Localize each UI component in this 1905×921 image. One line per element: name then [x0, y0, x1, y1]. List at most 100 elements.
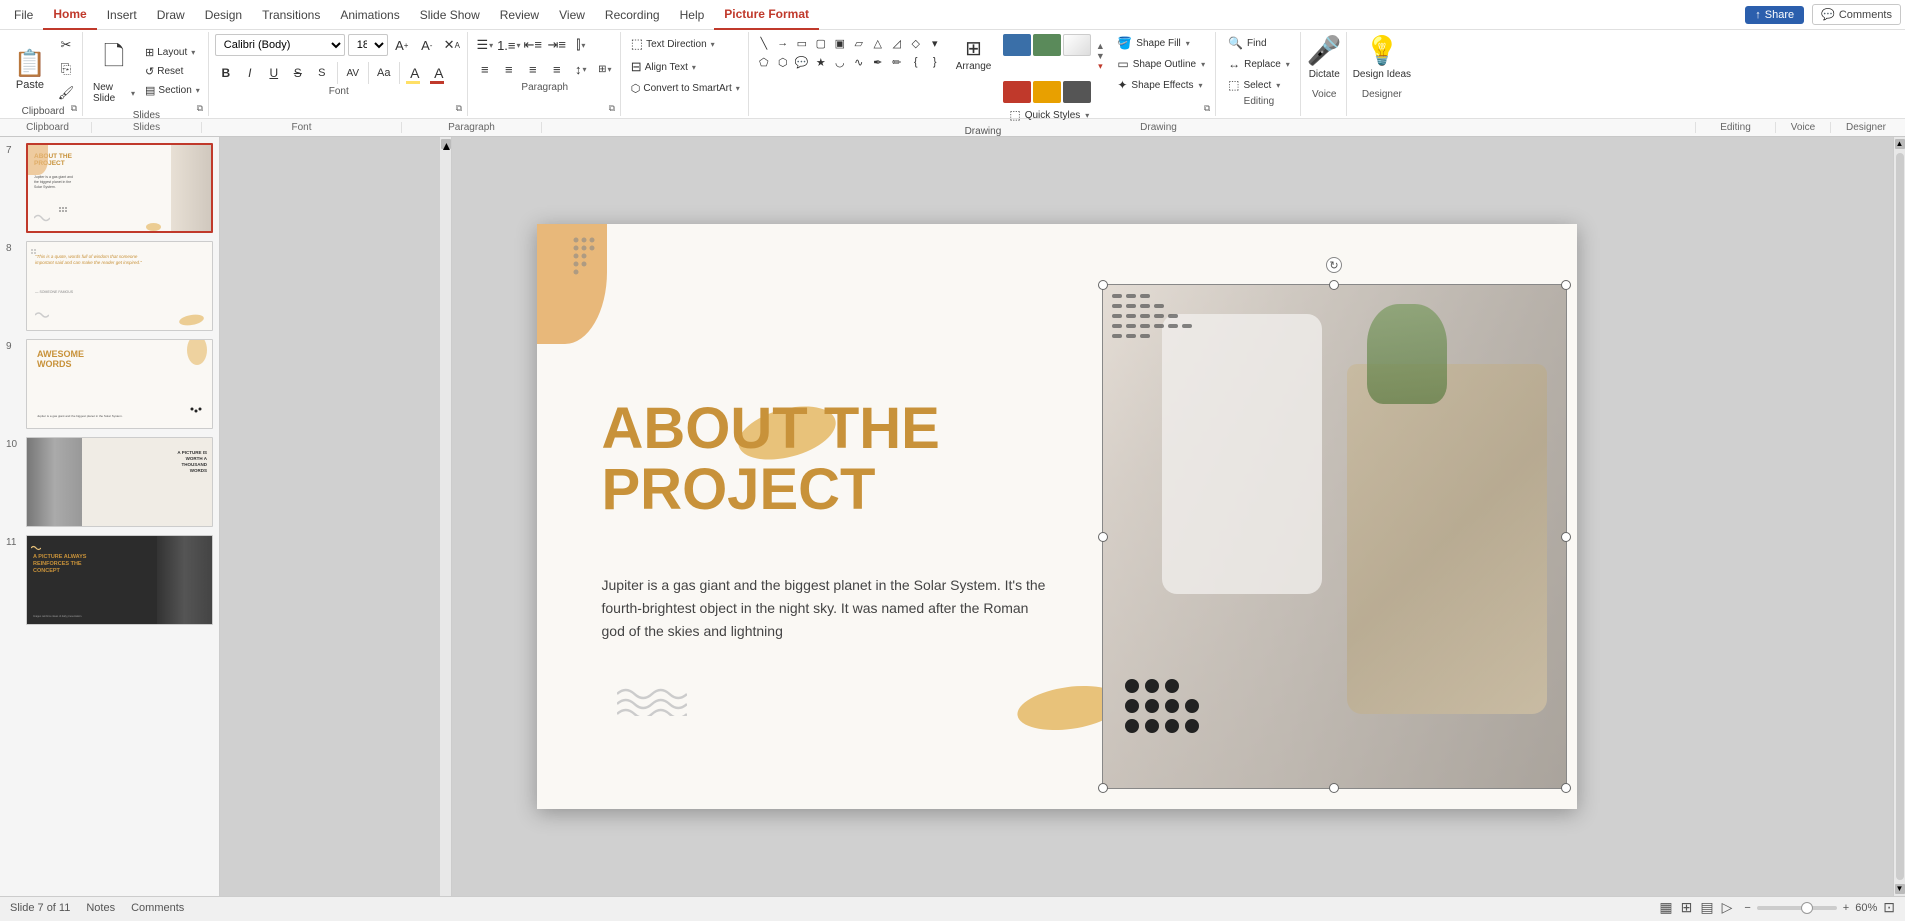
slide-thumb-8[interactable]: 8 "This is a quote, words full of wisdom… [4, 239, 215, 333]
slideshow-button[interactable]: ▷ [1722, 899, 1733, 916]
reading-view-button[interactable]: ▤ [1700, 899, 1713, 916]
font-family-select[interactable]: Calibri (Body) [215, 34, 345, 56]
layout-button[interactable]: ⊞ Layout ▾ [141, 44, 204, 61]
fit-slide-button[interactable]: ⊡ [1883, 899, 1895, 916]
bullets-button[interactable]: ☰▾ [474, 34, 496, 56]
quick-styles-scroll[interactable]: ▲ ▼ ▾ [1093, 34, 1107, 78]
quick-styles-button[interactable]: ⬚ Quick Styles ▾ [1003, 106, 1107, 124]
shape-freeform[interactable]: ✒ [869, 53, 887, 71]
text-direction-button[interactable]: ⬚ Text Direction ▾ [627, 34, 744, 54]
shape-outline-button[interactable]: ▭ Shape Outline ▾ [1111, 55, 1211, 73]
reset-button[interactable]: ↺ Reset [141, 63, 204, 80]
tab-slideshow[interactable]: Slide Show [410, 0, 490, 30]
shape-diamond[interactable]: ◇ [907, 34, 925, 52]
format-painter-button[interactable]: 🖌 [54, 82, 78, 104]
share-button[interactable]: ↑ Share [1745, 6, 1804, 24]
numbering-button[interactable]: 1.≡▾ [498, 34, 520, 56]
shape-rect2[interactable]: ▢ [812, 34, 830, 52]
zoom-in-button[interactable]: + [1843, 902, 1849, 914]
align-right-button[interactable]: ≡ [522, 58, 544, 80]
shape-arc[interactable]: ◡ [831, 53, 849, 71]
tab-transitions[interactable]: Transitions [252, 0, 330, 30]
shape-effects-button[interactable]: ✦ Shape Effects ▾ [1111, 76, 1211, 94]
notes-button[interactable]: Notes [86, 902, 115, 914]
slide-thumb-11[interactable]: 11 A PICTURE ALWAYSREINFORCES THECONCEPT… [4, 533, 215, 627]
paragraph-expander[interactable]: ⧉ [606, 102, 618, 114]
slides-expander[interactable]: ⧉ [194, 102, 206, 114]
font-expander[interactable]: ⧉ [453, 102, 465, 114]
shape-hexagon[interactable]: ⬡ [774, 53, 792, 71]
tab-picture-format[interactable]: Picture Format [714, 0, 819, 30]
font-size-select[interactable]: 18 [348, 34, 388, 56]
tab-insert[interactable]: Insert [97, 0, 147, 30]
increase-font-button[interactable]: A+ [391, 34, 413, 56]
scroll-thumb[interactable] [1896, 153, 1904, 880]
tab-view[interactable]: View [549, 0, 595, 30]
shape-triangle[interactable]: △ [869, 34, 887, 52]
slide-thumb-7[interactable]: 7 ABOUT THEPROJECT Jupiter is a gas gian… [4, 141, 215, 235]
comments-status-button[interactable]: Comments [131, 902, 184, 914]
shape-rtriangle[interactable]: ◿ [888, 34, 906, 52]
shape-pentagon[interactable]: ⬠ [755, 53, 773, 71]
scroll-top-button[interactable]: ▲ [1895, 139, 1905, 149]
decrease-indent-button[interactable]: ⇤≡ [522, 34, 544, 56]
char-spacing-button[interactable]: AV [342, 62, 364, 84]
shape-star[interactable]: ★ [812, 53, 830, 71]
clear-format-button[interactable]: ✕A [441, 34, 463, 56]
qs-dark[interactable] [1063, 81, 1091, 103]
design-ideas-button[interactable]: 💡 [1364, 34, 1399, 67]
dictate-button[interactable]: 🎤 [1307, 34, 1342, 67]
scroll-up-button[interactable]: ▲ [441, 139, 451, 149]
shape-rounded-rect[interactable]: ▣ [831, 34, 849, 52]
tab-design[interactable]: Design [195, 0, 252, 30]
tab-animations[interactable]: Animations [330, 0, 409, 30]
shape-fill-button[interactable]: 🪣 Shape Fill ▾ [1111, 34, 1211, 52]
italic-button[interactable]: I [239, 62, 261, 84]
tab-file[interactable]: File [4, 0, 43, 30]
copy-button[interactable]: ⎘ [54, 58, 78, 80]
paste-button[interactable]: 📋 Paste [8, 34, 52, 104]
zoom-slider[interactable] [1757, 906, 1837, 910]
font-case-button[interactable]: Aa [373, 62, 395, 84]
find-button[interactable]: 🔍 Find [1222, 34, 1296, 52]
qs-red[interactable] [1003, 81, 1031, 103]
section-button[interactable]: ▤ Section ▾ [141, 82, 204, 99]
tab-review[interactable]: Review [490, 0, 549, 30]
select-button[interactable]: ⬚ Select ▾ [1222, 76, 1296, 94]
zoom-thumb[interactable] [1801, 902, 1813, 914]
qs-blue[interactable] [1003, 34, 1031, 56]
shape-parallelogram[interactable]: ▱ [850, 34, 868, 52]
convert-smartart-button[interactable]: ⬡ Convert to SmartArt ▾ [627, 80, 744, 97]
normal-view-button[interactable]: ▦ [1659, 899, 1672, 916]
strikethrough-button[interactable]: S [287, 62, 309, 84]
shape-callout[interactable]: 💬 [793, 53, 811, 71]
shadow-button[interactable]: S [311, 62, 333, 84]
tab-recording[interactable]: Recording [595, 0, 670, 30]
shape-curve[interactable]: ∿ [850, 53, 868, 71]
increase-indent-button[interactable]: ⇥≡ [546, 34, 568, 56]
qs-orange[interactable] [1033, 81, 1061, 103]
align-center-button[interactable]: ≡ [498, 58, 520, 80]
align-left-button[interactable]: ≡ [474, 58, 496, 80]
underline-button[interactable]: U [263, 62, 285, 84]
decrease-font-button[interactable]: A- [416, 34, 438, 56]
tab-home[interactable]: Home [43, 0, 96, 30]
bold-button[interactable]: B [215, 62, 237, 84]
qs-white[interactable] [1063, 34, 1091, 56]
font-color-button[interactable]: A [428, 62, 450, 84]
highlight-color-button[interactable]: A [404, 62, 426, 84]
align-text-button[interactable]: ⊟ Align Text ▾ [627, 57, 744, 77]
tab-help[interactable]: Help [670, 0, 715, 30]
shape-scribble[interactable]: ✏ [888, 53, 906, 71]
justify-button[interactable]: ≡ [546, 58, 568, 80]
drawing-expander[interactable]: ⧉ [1201, 102, 1213, 114]
clipboard-expander[interactable]: ⧉ [68, 102, 80, 114]
rotate-handle[interactable]: ↻ [1326, 257, 1342, 273]
replace-button[interactable]: ↔ Replace ▾ [1222, 55, 1296, 73]
shape-rect[interactable]: ▭ [793, 34, 811, 52]
arrange-button[interactable]: ⊞ Arrange [948, 34, 1000, 74]
shape-line[interactable]: ╲ [755, 34, 773, 52]
shape-brace-open[interactable]: { [907, 53, 925, 71]
para-settings-button[interactable]: ⊞▾ [594, 58, 616, 80]
slide-thumb-9[interactable]: 9 AWESOMEWORDS Jupiter is a gas giant an… [4, 337, 215, 431]
